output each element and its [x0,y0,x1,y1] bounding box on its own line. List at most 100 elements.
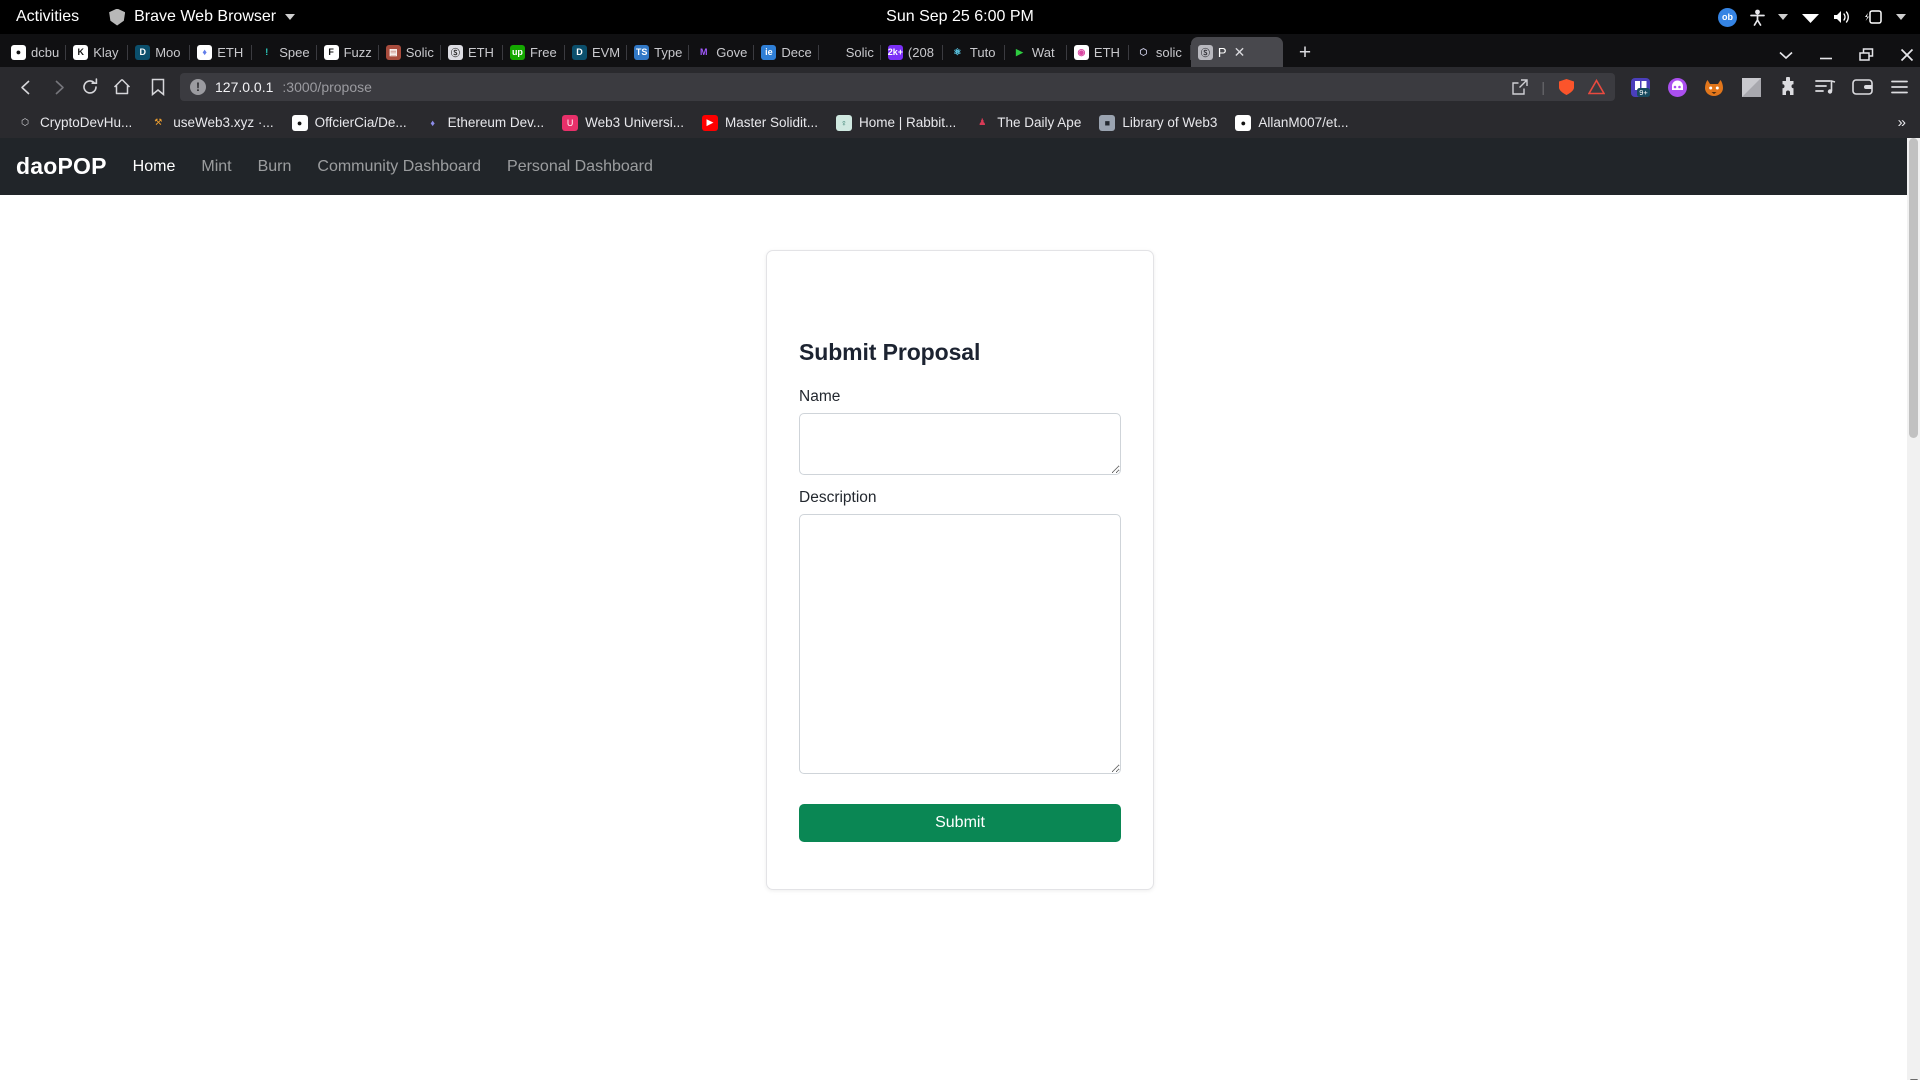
bookmark-item[interactable]: ⬡ CryptoDevHu... [8,114,141,131]
metamask-fox-icon[interactable] [1703,76,1725,98]
bookmark-icon[interactable] [142,72,174,102]
accessibility-icon[interactable] [1750,9,1765,26]
activities-button[interactable]: Activities [16,8,79,26]
site-nav-link-community-dashboard[interactable]: Community Dashboard [317,158,481,176]
bookmark-label: Ethereum Dev... [447,115,545,130]
bookmark-item[interactable]: ♦ Ethereum Dev... [416,114,554,131]
tab-label: EVM [591,44,621,60]
blue-circle-indicator-icon[interactable]: ob [1718,7,1737,27]
browser-tab[interactable]: ⚛ Tuto [943,37,1005,67]
bookmark-item[interactable]: ⚒ useWeb3.xyz ·... [141,114,282,131]
solidity-lang-icon: ⬡ [1135,44,1151,60]
ghost-wallet-icon[interactable] [1666,76,1688,98]
react-icon: ⚛ [949,44,965,60]
browser-tab[interactable]: ◉ ETH [1067,37,1129,67]
speedrun-icon: ! [259,44,275,60]
close-icon[interactable] [1900,48,1914,62]
bookmark-item[interactable]: ♀ Home | Rabbit... [827,114,965,131]
browser-tab[interactable]: Ⓢ P ✕ [1190,37,1283,67]
rabbithole-icon: ♀ [835,114,852,131]
power-menu-chevron-icon[interactable] [1896,14,1906,20]
page-scrollbar[interactable] [1907,138,1920,1080]
site-nav-link-mint[interactable]: Mint [201,158,231,176]
volume-icon[interactable] [1833,9,1851,25]
klaytn-icon: K [73,44,89,60]
tab-label: Tuto [969,44,996,60]
browser-tab[interactable]: Ⓢ ETH [441,37,503,67]
brave-rewards-triangle-icon[interactable] [1588,79,1605,95]
browser-tab[interactable]: ἰe Dece [754,37,820,67]
system-clock[interactable]: Sun Sep 25 6:00 PM [886,8,1034,26]
browser-tab[interactable]: K Klay [66,37,129,67]
bookmark-label: The Daily Ape [997,115,1082,130]
site-nav-link-home[interactable]: Home [133,158,176,176]
gray-square-extension-icon[interactable] [1740,76,1762,98]
battery-charging-icon[interactable] [1864,9,1883,25]
notes-extension-icon[interactable]: 9+ [1629,76,1651,98]
brave-wallet-icon[interactable] [1851,76,1873,98]
browser-tab[interactable]: up Free [503,37,565,67]
site-nav-link-burn[interactable]: Burn [258,158,292,176]
browser-tab[interactable]: ⬡ solic [1129,37,1191,67]
tab-label: Solic [845,44,874,60]
browser-tab[interactable]: TS Type [627,37,690,67]
home-icon[interactable] [106,72,138,102]
minimize-icon[interactable] [1819,50,1833,60]
active-app-menu[interactable]: Brave Web Browser [109,8,296,26]
maximize-icon[interactable] [1859,48,1874,62]
brave-shields-icon[interactable] [1558,78,1575,96]
browser-tab[interactable]: ▤ Solic [379,37,442,67]
description-input[interactable] [799,514,1121,774]
bookmark-label: Web3 Universi... [585,115,684,130]
browser-tab[interactable]: Solic [819,37,882,67]
tabs-container: ● dcbu K Klay D Moo ♦ ETH! Spee F Fuzz ▤ Solic Ⓢ ETH up… [4,37,1283,67]
browser-tab[interactable]: ● dcbu [4,37,67,67]
browser-menu-icon[interactable] [1888,76,1910,98]
playlist-icon[interactable] [1814,76,1836,98]
url-input[interactable]: ! 127.0.0.1 :3000/propose | [180,73,1615,101]
browser-tab[interactable]: D Moo [128,37,191,67]
site-navbar: daoPOP Home Mint Burn Community Dashboard Pe… [0,138,1920,195]
browser-tab[interactable]: ▶ Wat [1005,37,1067,67]
bookmark-item[interactable]: ♟ The Daily Ape [965,114,1090,131]
bookmark-item[interactable]: U Web3 Universi... [553,114,693,131]
new-tab-button[interactable]: + [1283,42,1325,67]
name-input[interactable] [799,413,1121,475]
bookmark-label: AllanM007/et... [1258,115,1349,130]
puzzle-extensions-icon[interactable] [1777,76,1799,98]
bookmark-label: Master Solidit... [724,115,818,130]
tray-chevron-icon[interactable] [1778,14,1788,20]
youtube-icon: ▶ [701,114,718,131]
tab-label: Dece [781,44,812,60]
tab-label: solic [1155,44,1182,60]
system-tray[interactable]: ob [1718,7,1906,27]
browser-tab[interactable]: M Gove [689,37,755,67]
browser-tab[interactable]: ♦ ETH [190,37,253,67]
browser-tab[interactable]: F Fuzz [317,37,379,67]
wifi-icon[interactable] [1801,10,1820,25]
window-controls [1779,48,1914,62]
foundry-icon: F [323,44,339,60]
tab-search-chevron-down-icon[interactable] [1779,51,1793,60]
site-brand-daopop[interactable]: daoPOP [16,153,107,180]
back-arrow-icon[interactable] [10,72,42,102]
bookmark-item[interactable]: ● AllanM007/et... [1226,114,1357,131]
bookmark-item[interactable]: ■ Library of Web3 [1090,114,1226,131]
browser-tab[interactable]: D EVM [565,37,628,67]
tab-label: ETH [217,44,244,60]
bookmarks-overflow-icon[interactable]: » [1898,114,1912,131]
open-in-new-icon[interactable] [1512,79,1529,95]
bookmark-item[interactable]: ● OffcierCia/De... [283,114,416,131]
tab-label: ETH [467,44,494,60]
bookmark-item[interactable]: ▶ Master Solidit... [693,114,827,131]
scrollbar-thumb[interactable] [1909,138,1918,438]
reload-icon[interactable] [74,72,106,102]
not-secure-info-icon[interactable]: ! [190,79,206,95]
browser-tab[interactable]: 2k+ (208 [881,37,943,67]
submit-proposal-card: Submit Proposal Name Description Submit [766,250,1154,890]
forward-arrow-icon[interactable] [42,72,74,102]
tab-close-icon[interactable]: ✕ [1234,45,1246,59]
submit-button[interactable]: Submit [799,804,1121,842]
site-nav-link-personal-dashboard[interactable]: Personal Dashboard [507,158,653,176]
browser-tab[interactable]: ! Spee [252,37,317,67]
